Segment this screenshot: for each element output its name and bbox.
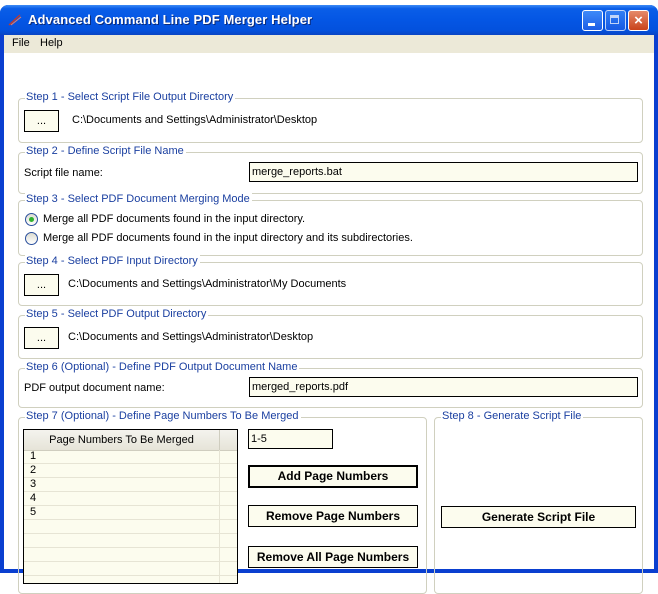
list-item-empty <box>24 548 237 562</box>
add-page-numbers-button[interactable]: Add Page Numbers <box>248 465 418 488</box>
step6-group: Step 6 (Optional) - Define PDF Output Do… <box>18 361 643 408</box>
list-item-empty <box>24 562 237 576</box>
step1-browse-button[interactable]: ... <box>24 110 59 132</box>
list-item[interactable]: 1 <box>24 450 237 464</box>
menu-bar: File Help <box>4 35 654 53</box>
step4-group: Step 4 - Select PDF Input Directory ... … <box>18 255 643 306</box>
step5-group: Step 5 - Select PDF Output Directory ...… <box>18 308 643 359</box>
maximize-button[interactable] <box>605 10 626 31</box>
step7-legend: Step 7 (Optional) - Define Page Numbers … <box>25 410 301 422</box>
form-body: Step 1 - Select Script File Output Direc… <box>4 53 654 594</box>
pdf-output-name-label: PDF output document name: <box>24 382 165 394</box>
generate-script-file-button[interactable]: Generate Script File <box>441 506 636 528</box>
step4-browse-button[interactable]: ... <box>24 274 59 296</box>
close-button[interactable]: × <box>628 10 649 31</box>
page-range-input[interactable]: 1-5 <box>248 429 333 449</box>
list-item[interactable]: 5 <box>24 506 237 520</box>
list-item[interactable]: 3 <box>24 478 237 492</box>
step3-legend: Step 3 - Select PDF Document Merging Mod… <box>25 193 252 205</box>
title-bar[interactable]: Advanced Command Line PDF Merger Helper … <box>0 5 658 35</box>
step5-browse-button[interactable]: ... <box>24 327 59 349</box>
merge-mode-radio-input-dir[interactable] <box>25 213 38 226</box>
step8-group: Step 8 - Generate Script File Generate S… <box>434 410 643 594</box>
menu-file[interactable]: File <box>12 37 30 49</box>
merge-mode-radio-subdirs[interactable] <box>25 232 38 245</box>
step2-group: Step 2 - Define Script File Name Script … <box>18 145 643 194</box>
step5-legend: Step 5 - Select PDF Output Directory <box>25 308 209 320</box>
page-numbers-list-header[interactable]: Page Numbers To Be Merged <box>24 430 237 451</box>
remove-all-page-numbers-button[interactable]: Remove All Page Numbers <box>248 546 418 568</box>
step1-legend: Step 1 - Select Script File Output Direc… <box>25 91 236 103</box>
list-item-empty <box>24 520 237 534</box>
list-item[interactable]: 4 <box>24 492 237 506</box>
remove-page-numbers-button[interactable]: Remove Page Numbers <box>248 505 418 527</box>
client-area: File Help Step 1 - Select Script File Ou… <box>4 35 654 594</box>
step1-group: Step 1 - Select Script File Output Direc… <box>18 91 643 143</box>
step3-group: Step 3 - Select PDF Document Merging Mod… <box>18 193 643 256</box>
close-icon: × <box>634 12 643 29</box>
column-divider <box>219 450 220 583</box>
window-title: Advanced Command Line PDF Merger Helper <box>28 12 313 27</box>
step6-legend: Step 6 (Optional) - Define PDF Output Do… <box>25 361 300 373</box>
step4-path: C:\Documents and Settings\Administrator\… <box>68 278 347 290</box>
minimize-button[interactable] <box>582 10 603 31</box>
step5-path: C:\Documents and Settings\Administrator\… <box>68 331 314 343</box>
step2-legend: Step 2 - Define Script File Name <box>25 145 186 157</box>
script-file-name-input[interactable]: merge_reports.bat <box>249 162 638 182</box>
merge-mode-label-subdirs[interactable]: Merge all PDF documents found in the inp… <box>43 232 413 244</box>
menu-help[interactable]: Help <box>40 37 63 49</box>
app-window: Advanced Command Line PDF Merger Helper … <box>0 5 658 594</box>
app-icon <box>8 14 22 26</box>
page-numbers-column-header[interactable]: Page Numbers To Be Merged <box>24 430 220 450</box>
list-item-empty <box>24 534 237 548</box>
merge-mode-label-input-dir[interactable]: Merge all PDF documents found in the inp… <box>43 213 305 225</box>
pdf-output-name-input[interactable]: merged_reports.pdf <box>249 377 638 397</box>
list-item[interactable]: 2 <box>24 464 237 478</box>
script-file-name-label: Script file name: <box>24 167 103 179</box>
step1-path: C:\Documents and Settings\Administrator\… <box>72 114 318 126</box>
step4-legend: Step 4 - Select PDF Input Directory <box>25 255 200 267</box>
step8-legend: Step 8 - Generate Script File <box>441 410 584 422</box>
page-numbers-list[interactable]: Page Numbers To Be Merged 1 2 3 4 5 <box>23 429 238 584</box>
